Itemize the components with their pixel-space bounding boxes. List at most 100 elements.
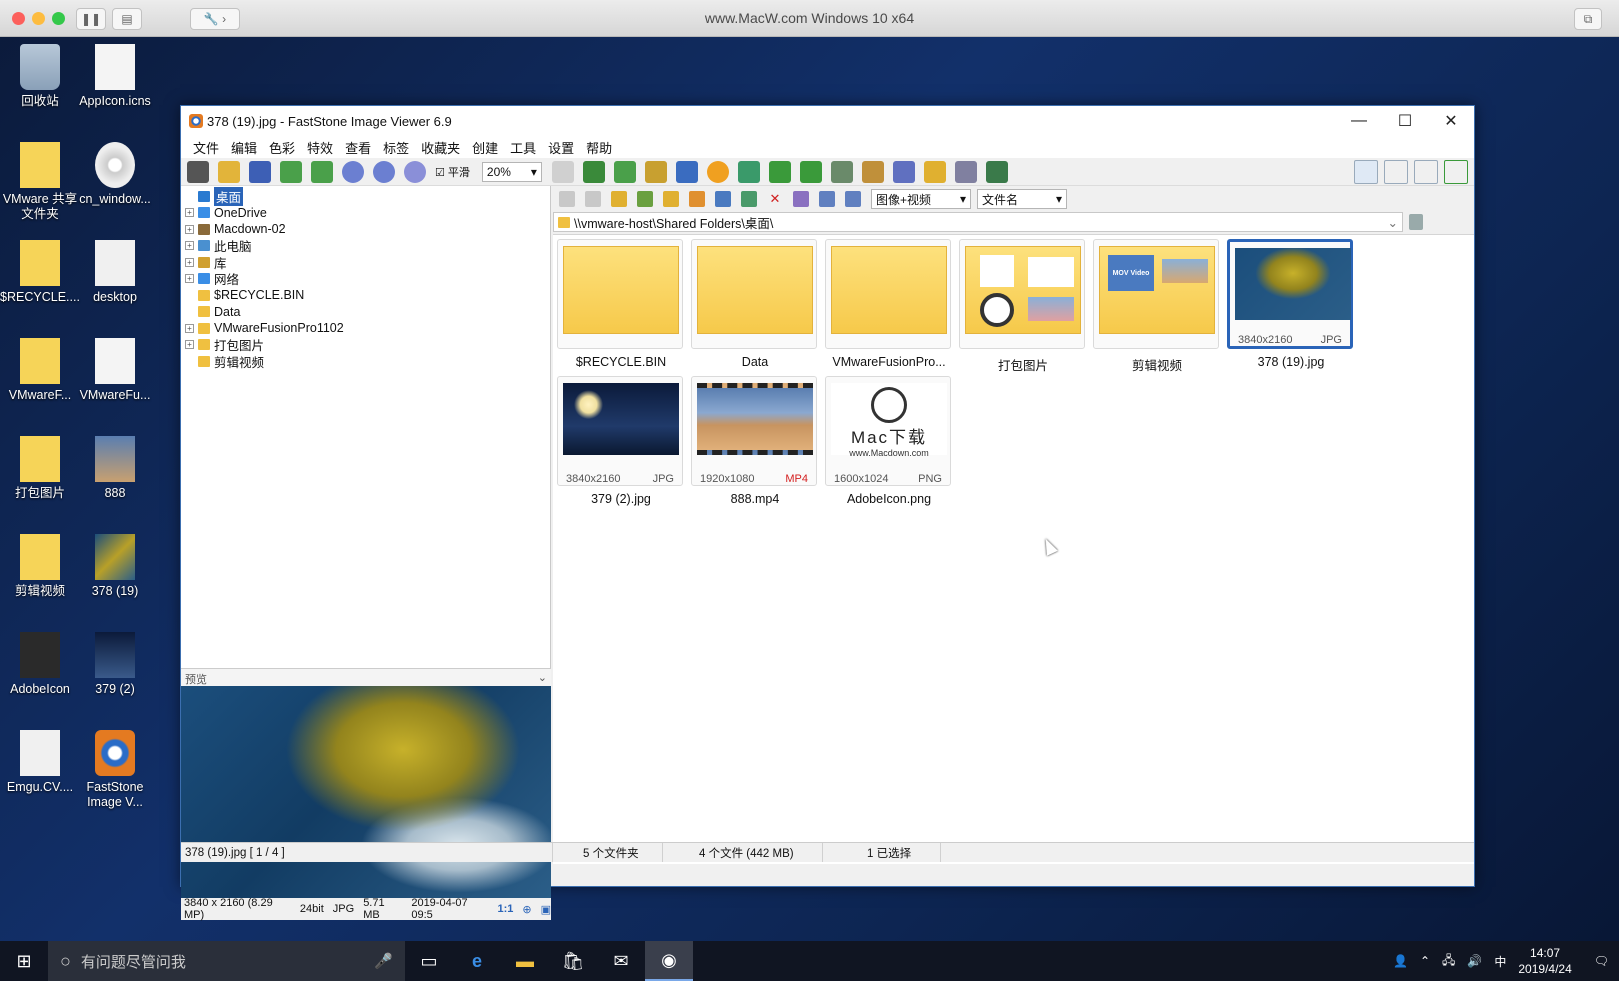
expand-icon[interactable] (1444, 159, 1468, 184)
grid-icon[interactable] (793, 191, 809, 207)
sort-select[interactable]: 文件名 ▾ (977, 189, 1067, 209)
desktop-icon[interactable]: AdobeIcon (0, 632, 80, 697)
zoom-out-icon[interactable] (373, 160, 395, 183)
move-icon[interactable] (741, 191, 757, 207)
preview-ratio[interactable]: 1:1 (497, 903, 513, 915)
desktop-icon[interactable]: 回收站 (0, 44, 80, 109)
menu-item[interactable]: 编辑 (225, 138, 263, 157)
maximize-button[interactable]: ☐ (1382, 106, 1428, 136)
thumbnail-view-icon[interactable] (1354, 159, 1378, 184)
thumbnail-name[interactable]: VMwareFusionPro... (821, 355, 957, 369)
ime-indicator[interactable]: 中 (1494, 953, 1506, 970)
tree-item[interactable]: + 库 (185, 254, 227, 271)
minimize-button[interactable]: — (1336, 106, 1382, 136)
menu-item[interactable]: 标签 (377, 138, 415, 157)
tree-item[interactable]: + 打包图片 (185, 337, 264, 353)
save-icon[interactable] (249, 160, 271, 183)
thumbnail-name[interactable]: AdobeIcon.png (821, 492, 957, 506)
thumbnail-item[interactable] (557, 239, 683, 349)
tree-item[interactable]: Data (185, 304, 240, 320)
thumbnail-item[interactable]: MOV Video (1093, 239, 1219, 349)
faststone-taskbar-icon[interactable]: ◉ (645, 941, 693, 981)
refresh-folder-icon[interactable] (637, 191, 653, 207)
tag-icon[interactable] (985, 160, 1008, 183)
columns-icon[interactable] (819, 191, 835, 207)
menu-item[interactable]: 收藏夹 (415, 138, 466, 157)
clock[interactable]: 14:07 2019/4/24 (1518, 945, 1571, 977)
edge-icon[interactable]: e (453, 941, 501, 981)
tree-item[interactable]: + 网络 (185, 271, 239, 287)
desktop-icon[interactable]: AppIcon.icns (75, 44, 155, 109)
desktop-icon[interactable]: Emgu.CV.... (0, 730, 80, 795)
menu-item[interactable]: 文件 (187, 138, 225, 157)
resize-icon[interactable] (644, 160, 667, 183)
thumbnail-name[interactable]: Data (687, 355, 823, 369)
brightness-icon[interactable] (706, 160, 729, 183)
tree-item[interactable]: 剪辑视频 (185, 353, 264, 370)
desktop-icon[interactable]: cn_window... (75, 142, 155, 207)
compare-icon[interactable] (830, 160, 853, 183)
menu-item[interactable]: 查看 (339, 138, 377, 157)
crop-icon[interactable] (675, 160, 698, 183)
network-icon[interactable]: 🖧 (1442, 951, 1455, 972)
thumbnail-name[interactable]: 剪辑视频 (1089, 355, 1225, 374)
rotate-right-icon[interactable] (799, 160, 822, 183)
microphone-icon[interactable]: 🎤 (374, 952, 393, 970)
expand-icon[interactable]: + (185, 323, 194, 333)
fullscreen-view-icon[interactable] (1414, 159, 1438, 184)
close-button[interactable]: ✕ (1428, 106, 1474, 136)
menu-item[interactable]: 创建 (466, 138, 504, 157)
desktop-icon[interactable]: VMwareFu... (75, 338, 155, 403)
thumbnail-item[interactable]: 1920x1080 MP4 (691, 376, 817, 486)
desktop-icon[interactable]: 378 (19) (75, 534, 155, 599)
actual-size-icon[interactable] (404, 160, 426, 183)
file-explorer-icon[interactable]: ▬ (501, 941, 549, 981)
thumbnail-item[interactable] (959, 239, 1085, 349)
new-folder-icon[interactable] (663, 191, 679, 207)
zoom-select[interactable]: 20% ▾ (481, 161, 542, 182)
slideshow-icon[interactable] (582, 160, 605, 183)
expand-icon[interactable]: + (185, 224, 194, 234)
task-view-icon[interactable]: ▭ (405, 941, 453, 981)
chevron-down-icon[interactable]: ⌄ (1388, 215, 1398, 230)
view-mode-select[interactable]: 图像+视频 ▾ (871, 189, 971, 209)
rotate-left-icon[interactable] (768, 160, 791, 183)
back-icon[interactable] (559, 191, 575, 207)
tree-item[interactable]: 桌面 (185, 186, 244, 206)
menu-item[interactable]: 色彩 (263, 138, 301, 157)
menu-item[interactable]: 特效 (301, 138, 339, 157)
tree-item[interactable]: + 此电脑 (185, 238, 252, 254)
thumbnail-name[interactable]: 打包图片 (955, 355, 1091, 374)
forward-icon[interactable] (585, 191, 601, 207)
tree-item[interactable]: + OneDrive (185, 205, 267, 221)
fullscreen-button[interactable]: ⧉ (1574, 8, 1602, 30)
open-icon[interactable] (218, 160, 240, 183)
menu-item[interactable]: 工具 (504, 138, 542, 157)
desktop-icon[interactable]: VMwareF... (0, 338, 80, 403)
store-icon[interactable]: 🛍 (549, 941, 597, 981)
tree-item[interactable]: $RECYCLE.BIN (185, 287, 304, 303)
list-icon[interactable] (845, 191, 861, 207)
windows-start-icon[interactable]: ⊞ (0, 941, 48, 981)
notification-icon[interactable]: 🗨 (1594, 954, 1609, 968)
detail-view-icon[interactable] (1384, 159, 1408, 184)
screen-icon[interactable] (861, 160, 884, 183)
collapse-icon[interactable]: ⌄ (538, 671, 547, 684)
desktop-icon[interactable]: desktop (75, 240, 155, 305)
menu-item[interactable]: 帮助 (580, 138, 618, 157)
thumbnail-item[interactable] (825, 239, 951, 349)
address-bar[interactable]: \\vmware-host\Shared Folders\桌面\ ⌄ (553, 212, 1403, 232)
people-icon[interactable]: 👤 (1393, 954, 1408, 968)
copy-icon[interactable] (715, 191, 731, 207)
expand-icon[interactable]: + (185, 257, 194, 267)
trash-icon[interactable] (1409, 214, 1423, 230)
full-icon[interactable]: ▣ (541, 903, 551, 916)
thumbnail-item[interactable]: 3840x2160 JPG (1227, 239, 1353, 349)
menu-item[interactable]: 设置 (542, 138, 580, 157)
search-box[interactable]: ○ 有问题尽管问我 🎤 (48, 941, 405, 981)
thumbnail-item[interactable]: 3840x2160 JPG (557, 376, 683, 486)
thumbnail-name[interactable]: 378 (19).jpg (1223, 355, 1359, 369)
import-icon[interactable] (613, 160, 636, 183)
thumbnail-name[interactable]: 888.mp4 (687, 492, 823, 506)
desktop-icon[interactable]: VMware 共享文件夹 (0, 142, 80, 222)
